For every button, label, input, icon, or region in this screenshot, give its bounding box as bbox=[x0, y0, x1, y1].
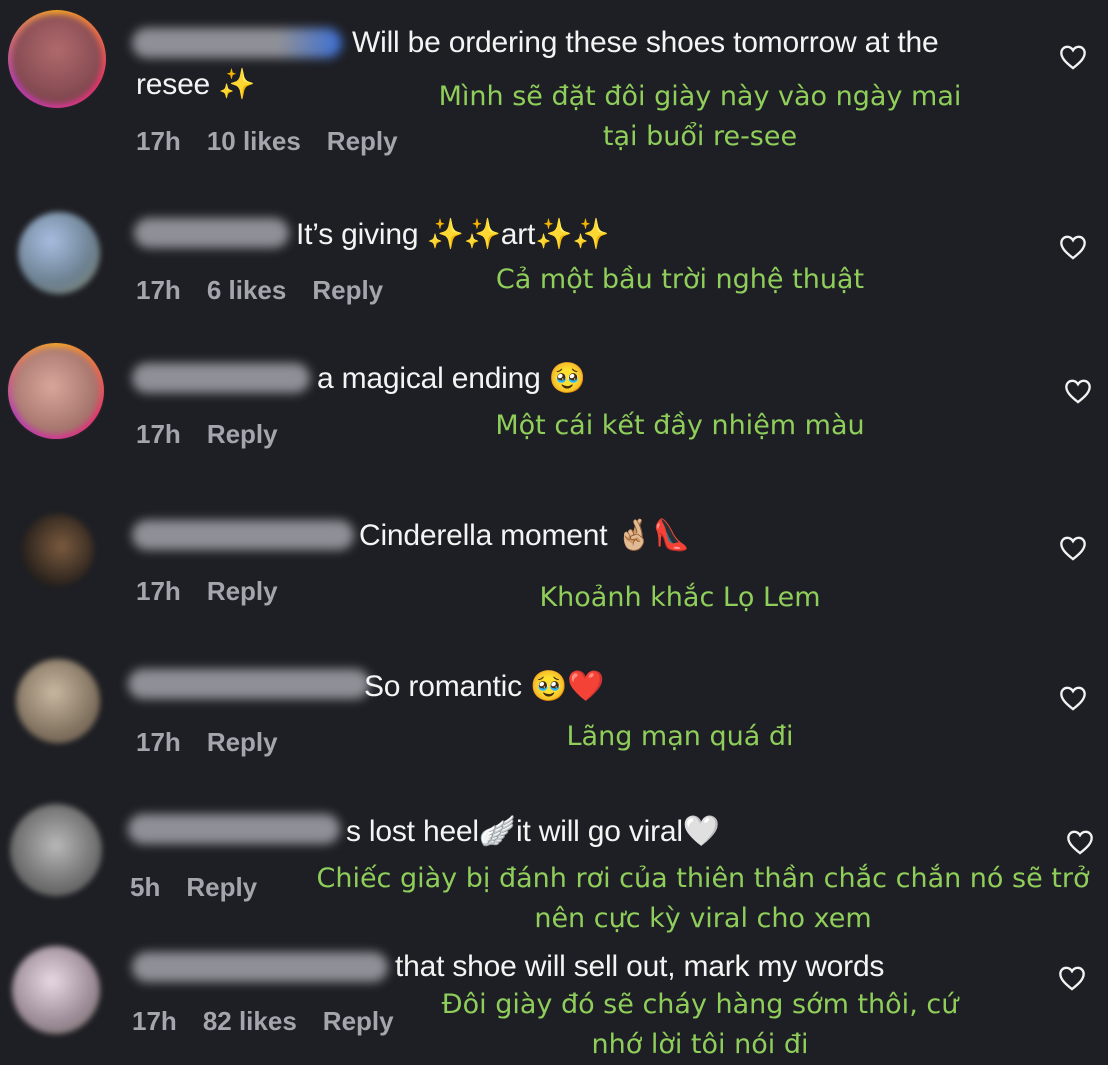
comment-text: that shoe will sell out, mark my words bbox=[395, 950, 885, 983]
comment-item: s lost heel🪽it will go viral🤍 5h Reply Ch… bbox=[0, 792, 1108, 942]
comment-meta: 17h 10 likes Reply bbox=[136, 126, 424, 157]
translation: Cả một bầu trời nghệ thuật bbox=[495, 264, 865, 295]
heart-outline-icon[interactable] bbox=[1066, 829, 1094, 855]
comment-text: Cinderella moment 🤞🏼👠 bbox=[359, 519, 690, 552]
avatar[interactable] bbox=[10, 804, 102, 896]
avatar[interactable] bbox=[16, 659, 100, 743]
reply-button[interactable]: Reply bbox=[186, 872, 257, 902]
comment-meta: 17h Reply bbox=[136, 727, 304, 758]
heart-outline-icon[interactable] bbox=[1059, 685, 1087, 711]
comment-time: 17h bbox=[136, 576, 181, 606]
comment-meta: 17h Reply bbox=[136, 419, 304, 450]
comment-text: So romantic 🥹❤️ bbox=[364, 670, 605, 703]
username-blurred[interactable] bbox=[132, 520, 354, 550]
comment-meta: 17h 82 likes Reply bbox=[132, 1006, 420, 1037]
avatar[interactable] bbox=[8, 343, 104, 439]
comment-text: Will be ordering these shoes tomorrow at… bbox=[352, 26, 939, 59]
translation-line: tại buổi re-see bbox=[602, 121, 798, 152]
translation-line: Mình sẽ đặt đôi giày này vào ngày mai bbox=[438, 81, 962, 112]
heart-outline-icon[interactable] bbox=[1059, 535, 1087, 561]
avatar[interactable] bbox=[12, 946, 100, 1034]
comment-time: 17h bbox=[136, 126, 181, 156]
comment-text: a magical ending 🥹 bbox=[317, 362, 586, 395]
like-count[interactable]: 10 likes bbox=[207, 126, 301, 156]
comment-item: that shoe will sell out, mark my words 1… bbox=[0, 930, 1108, 1064]
comment-text-continued: resee ✨ bbox=[136, 68, 256, 101]
translation: Khoảnh khắc Lọ Lem bbox=[539, 582, 821, 613]
reply-button[interactable]: Reply bbox=[207, 576, 278, 606]
comment-item: a magical ending 🥹 17h Reply Một cái kết … bbox=[0, 335, 1108, 475]
reply-button[interactable]: Reply bbox=[323, 1006, 394, 1036]
heart-outline-icon[interactable] bbox=[1059, 44, 1087, 70]
avatar[interactable] bbox=[18, 212, 100, 294]
like-count[interactable]: 6 likes bbox=[207, 275, 287, 305]
avatar[interactable] bbox=[8, 10, 106, 108]
comment-meta: 5h Reply bbox=[130, 872, 283, 903]
comment-text: s lost heel🪽it will go viral🤍 bbox=[346, 815, 721, 848]
username-blurred[interactable] bbox=[134, 218, 289, 248]
username-blurred[interactable] bbox=[132, 28, 342, 58]
translation-line: Chiếc giày bị đánh rơi của thiên thần ch… bbox=[316, 863, 1090, 894]
comment-text: It’s giving ✨✨art✨✨ bbox=[296, 218, 610, 251]
comment-time: 17h bbox=[136, 419, 181, 449]
reply-button[interactable]: Reply bbox=[327, 126, 398, 156]
translation: Một cái kết đầy nhiệm màu bbox=[495, 410, 865, 441]
heart-outline-icon[interactable] bbox=[1058, 965, 1086, 991]
translation: Đôi giày đó sẽ cháy hàng sớm thôi, cứ nh… bbox=[400, 985, 1000, 1065]
translation-line: Đôi giày đó sẽ cháy hàng sớm thôi, cứ bbox=[441, 989, 959, 1020]
comment-time: 17h bbox=[136, 275, 181, 305]
comment-item: Will be ordering these shoes tomorrow at… bbox=[0, 0, 1108, 180]
translation-line: nhớ lời tôi nói đi bbox=[591, 1029, 809, 1060]
heart-outline-icon[interactable] bbox=[1064, 378, 1092, 404]
translation: Mình sẽ đặt đôi giày này vào ngày mai tạ… bbox=[400, 77, 1000, 157]
comment-time: 5h bbox=[130, 872, 161, 902]
reply-button[interactable]: Reply bbox=[207, 419, 278, 449]
comment-meta: 17h Reply bbox=[136, 576, 304, 607]
comment-item: Cinderella moment 🤞🏼👠 17h Reply Khoảnh kh… bbox=[0, 492, 1108, 632]
reply-button[interactable]: Reply bbox=[312, 275, 383, 305]
comment-time: 17h bbox=[132, 1006, 177, 1036]
translation: Chiếc giày bị đánh rơi của thiên thần ch… bbox=[300, 859, 1106, 939]
avatar[interactable] bbox=[22, 514, 94, 586]
heart-outline-icon[interactable] bbox=[1059, 234, 1087, 260]
comment-time: 17h bbox=[136, 727, 181, 757]
reply-button[interactable]: Reply bbox=[207, 727, 278, 757]
like-count[interactable]: 82 likes bbox=[203, 1006, 297, 1036]
username-blurred[interactable] bbox=[132, 952, 388, 982]
translation: Lãng mạn quá đi bbox=[566, 721, 794, 752]
username-blurred[interactable] bbox=[132, 363, 310, 393]
username-blurred[interactable] bbox=[128, 669, 370, 699]
comment-item: So romantic 🥹❤️ 17h Reply Lãng mạn quá đi bbox=[0, 645, 1108, 785]
comment-item: It’s giving ✨✨art✨✨ 17h 6 likes Reply Cả m… bbox=[0, 190, 1108, 320]
comment-meta: 17h 6 likes Reply bbox=[136, 275, 409, 306]
username-blurred[interactable] bbox=[128, 814, 340, 844]
